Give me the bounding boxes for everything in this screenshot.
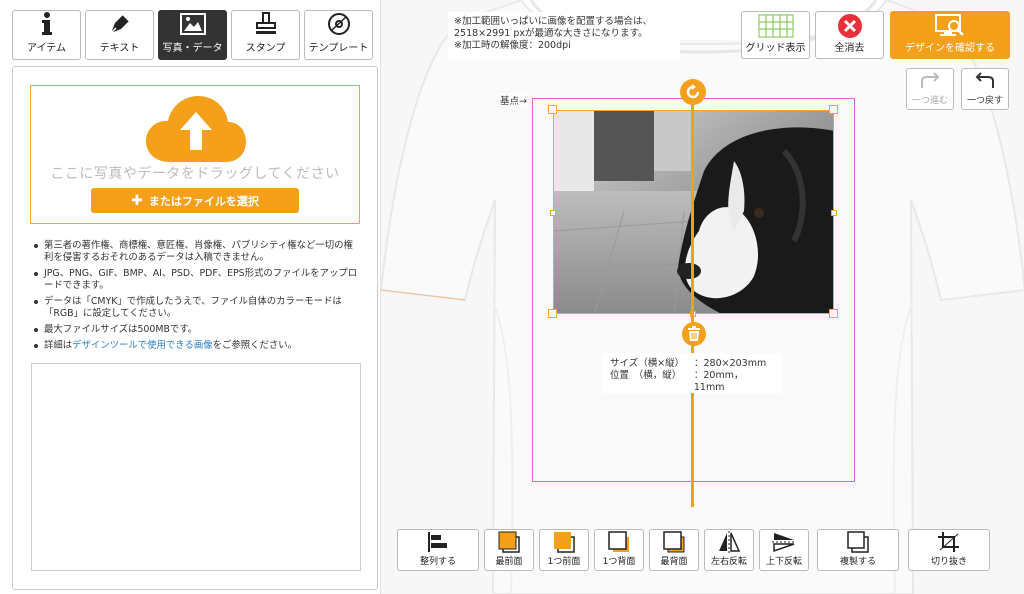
resize-handle-br[interactable] <box>829 309 838 318</box>
trash-icon <box>688 326 700 341</box>
duplicate-icon <box>846 530 870 554</box>
bring-to-front-label: 最前面 <box>495 557 523 567</box>
stamp-icon <box>253 11 279 37</box>
upload-notes: 第三者の著作権、商標権、意匠権、肖像権、パブリシティ権など一切の権利を侵害するお… <box>32 240 362 356</box>
list-item: データは「CMYK」で作成したうえで、ファイル自体のカラーモードは「RGB」に設… <box>32 296 362 320</box>
tab-label: 写真・データ <box>162 43 223 54</box>
send-to-back-icon <box>662 530 686 554</box>
bring-forward-label: 1つ前面 <box>547 557 581 567</box>
bring-to-front-button[interactable]: 最前面 <box>484 529 534 571</box>
flip-vertical-icon <box>772 530 796 554</box>
flip-vertical-label: 上下反転 <box>765 557 802 567</box>
flip-vertical-button[interactable]: 上下反転 <box>759 529 809 571</box>
send-to-back-button[interactable]: 最背面 <box>649 529 699 571</box>
crop-button[interactable]: 切り抜き <box>908 529 990 571</box>
tab-template[interactable]: テンプレート <box>304 10 373 60</box>
position-value: ：20mm，11mm <box>693 370 744 393</box>
bring-to-front-icon <box>497 530 521 554</box>
send-to-back-label: 最背面 <box>660 557 688 567</box>
redo-label: 一つ進む <box>911 96 948 106</box>
select-file-button[interactable]: ✚ またはファイルを選択 <box>91 188 299 213</box>
align-icon <box>427 530 449 554</box>
usable-images-link[interactable]: デザインツールで使用できる画像 <box>72 340 212 351</box>
note-suffix: をご参照ください。 <box>212 340 297 351</box>
align-button[interactable]: 整列する <box>397 529 479 571</box>
resize-handle-tr[interactable] <box>829 105 838 114</box>
resize-handle-tl[interactable] <box>548 105 557 114</box>
template-icon <box>326 11 352 37</box>
monitor-search-icon <box>934 12 966 39</box>
flip-horizontal-button[interactable]: 左右反転 <box>704 529 754 571</box>
tab-label: テキスト <box>99 43 140 54</box>
tab-text[interactable]: テキスト <box>85 10 154 60</box>
size-value: ：280×203mm <box>694 358 767 369</box>
bring-forward-button[interactable]: 1つ前面 <box>539 529 589 571</box>
notice-line: ※加工範囲いっぱいに画像を配置する場合は、 <box>454 16 652 27</box>
dog-photo <box>554 111 833 313</box>
duplicate-label: 複製する <box>839 557 876 567</box>
plus-icon: ✚ <box>131 192 143 209</box>
align-label: 整列する <box>419 557 456 567</box>
undo-button[interactable]: 一つ戻す <box>961 68 1009 110</box>
upload-dropzone[interactable]: ここに写真やデータをドラッグしてください ✚ またはファイルを選択 <box>30 85 360 224</box>
clear-all-button[interactable]: 全消去 <box>815 11 884 59</box>
size-label: サイズ（横×縦） <box>610 358 685 369</box>
redo-icon <box>918 69 942 93</box>
image-icon <box>179 11 207 37</box>
bring-forward-icon <box>552 530 576 554</box>
tab-label: アイテム <box>27 43 66 54</box>
tab-photo-data[interactable]: 写真・データ <box>158 10 227 60</box>
size-row: サイズ（横×縦） ：280×203mm <box>610 358 774 370</box>
confirm-label: デザインを確認する <box>905 43 995 54</box>
crop-label: 切り抜き <box>930 557 967 567</box>
flip-horizontal-icon <box>717 530 741 554</box>
close-circle-icon <box>837 12 863 39</box>
redo-button[interactable]: 一つ進む <box>906 68 954 110</box>
tab-label: テンプレート <box>308 43 369 54</box>
delete-button[interactable] <box>682 322 706 346</box>
grid-icon <box>758 12 794 39</box>
cloud-upload-icon <box>146 96 246 162</box>
confirm-design-button[interactable]: デザインを確認する <box>890 11 1010 59</box>
tab-stamp[interactable]: スタンプ <box>231 10 300 60</box>
position-row: 位置 （横，縦） ：20mm，11mm <box>610 370 774 394</box>
send-backward-icon <box>607 530 631 554</box>
notice-line: 2518×2991 pxが最適な大きさになります。 <box>454 28 648 39</box>
send-backward-button[interactable]: 1つ背面 <box>594 529 644 571</box>
list-item: 詳細はデザインツールで使用できる画像をご参照ください。 <box>32 340 362 352</box>
resize-handle-bl[interactable] <box>548 309 557 318</box>
grid-toggle-button[interactable]: グリッド表示 <box>741 11 810 59</box>
clear-label: 全消去 <box>834 43 865 54</box>
drop-hint: ここに写真やデータをドラッグしてください <box>50 166 340 182</box>
resize-handle-right[interactable] <box>831 210 837 216</box>
duplicate-button[interactable]: 複製する <box>817 529 899 571</box>
tab-label: スタンプ <box>245 43 286 54</box>
pen-icon <box>107 11 133 37</box>
tab-item[interactable]: アイテム <box>12 10 81 60</box>
flip-horizontal-label: 左右反転 <box>710 557 747 567</box>
rotate-icon <box>686 84 700 99</box>
rotate-handle[interactable] <box>680 79 706 105</box>
tool-tabs: アイテム テキスト 写真・データ スタンプ テンプレート <box>12 10 373 60</box>
grid-label: グリッド表示 <box>745 43 806 54</box>
uploaded-images-list[interactable] <box>31 363 361 571</box>
undo-label: 一つ戻す <box>966 96 1003 106</box>
resize-handle-left[interactable] <box>550 210 556 216</box>
undo-icon <box>973 69 997 93</box>
note-prefix: 詳細は <box>44 340 73 351</box>
select-file-label: またはファイルを選択 <box>148 194 259 208</box>
list-item: JPG、PNG、GIF、BMP、AI、PSD、PDF、EPS形式のファイルをアッ… <box>32 268 362 292</box>
origin-label: 基点→ <box>500 93 527 107</box>
size-position-info: サイズ（横×縦） ：280×203mm 位置 （横，縦） ：20mm，11mm <box>601 353 783 393</box>
send-backward-label: 1つ背面 <box>602 557 636 567</box>
center-guide-line <box>691 104 694 507</box>
list-item: 第三者の著作権、商標権、意匠権、肖像権、パブリシティ権など一切の権利を侵害するお… <box>32 240 362 264</box>
print-notice: ※加工範囲いっぱいに画像を配置する場合は、 2518×2991 pxが最適な大き… <box>448 12 680 60</box>
position-label: 位置 （横，縦） <box>610 370 682 381</box>
crop-icon <box>937 530 961 554</box>
notice-line: ※加工時の解像度：200dpi <box>454 40 571 51</box>
info-icon <box>40 11 54 37</box>
left-panel: アイテム テキスト 写真・データ スタンプ テンプレート ここに写真やデータをド… <box>0 0 380 594</box>
list-item: 最大ファイルサイズは500MBです。 <box>32 324 362 336</box>
